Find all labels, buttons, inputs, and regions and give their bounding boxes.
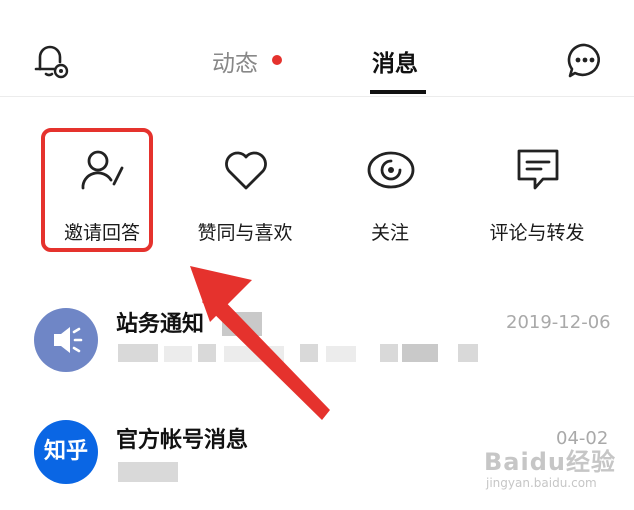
redacted-block xyxy=(224,346,284,362)
redacted-block xyxy=(222,312,262,336)
unread-dot xyxy=(272,55,282,65)
redacted-block xyxy=(326,346,356,362)
comment-icon xyxy=(517,149,559,190)
notification-settings-button[interactable] xyxy=(28,38,74,84)
active-tab-indicator xyxy=(370,90,426,94)
watermark-logo: Baidu经验 xyxy=(484,448,616,476)
watermark: Baidu经验 jingyan.baidu.com xyxy=(480,438,630,500)
avatar-text: 知乎 xyxy=(43,439,88,464)
avatar: 知乎 xyxy=(34,420,98,484)
category-label: 评论与转发 xyxy=(489,222,585,244)
header-bar: 动态 消息 xyxy=(0,0,634,97)
bell-settings-icon xyxy=(34,45,69,79)
category-label: 关注 xyxy=(370,222,409,244)
redacted-block xyxy=(300,344,318,362)
chat-button[interactable] xyxy=(562,38,608,84)
message-time: 2019-12-06 xyxy=(506,312,611,333)
redacted-block xyxy=(458,344,478,362)
watermark-url: jingyan.baidu.com xyxy=(486,476,597,490)
avatar xyxy=(34,308,98,372)
category-comments[interactable]: 评论与转发 xyxy=(467,130,607,255)
message-title: 官方帐号消息 xyxy=(116,428,249,453)
category-likes[interactable]: 赞同与喜欢 xyxy=(175,130,315,255)
list-item[interactable]: 站务通知 2019-12-06 xyxy=(0,286,634,396)
tab-dynamic[interactable]: 动态 xyxy=(212,44,258,78)
redacted-block xyxy=(198,344,216,362)
category-follow[interactable]: 关注 xyxy=(320,130,460,255)
chat-bubble-icon xyxy=(567,43,600,78)
heart-icon xyxy=(225,151,267,190)
redacted-block xyxy=(118,344,158,362)
redacted-block xyxy=(380,344,398,362)
tab-messages[interactable]: 消息 xyxy=(372,44,418,78)
redacted-block xyxy=(164,346,192,362)
speaker-icon xyxy=(54,327,83,353)
eye-icon xyxy=(367,151,415,189)
category-label: 赞同与喜欢 xyxy=(197,222,293,244)
highlight-annotation xyxy=(41,128,153,252)
message-title: 站务通知 xyxy=(116,312,205,337)
redacted-block xyxy=(118,462,178,482)
redacted-block xyxy=(402,344,438,362)
